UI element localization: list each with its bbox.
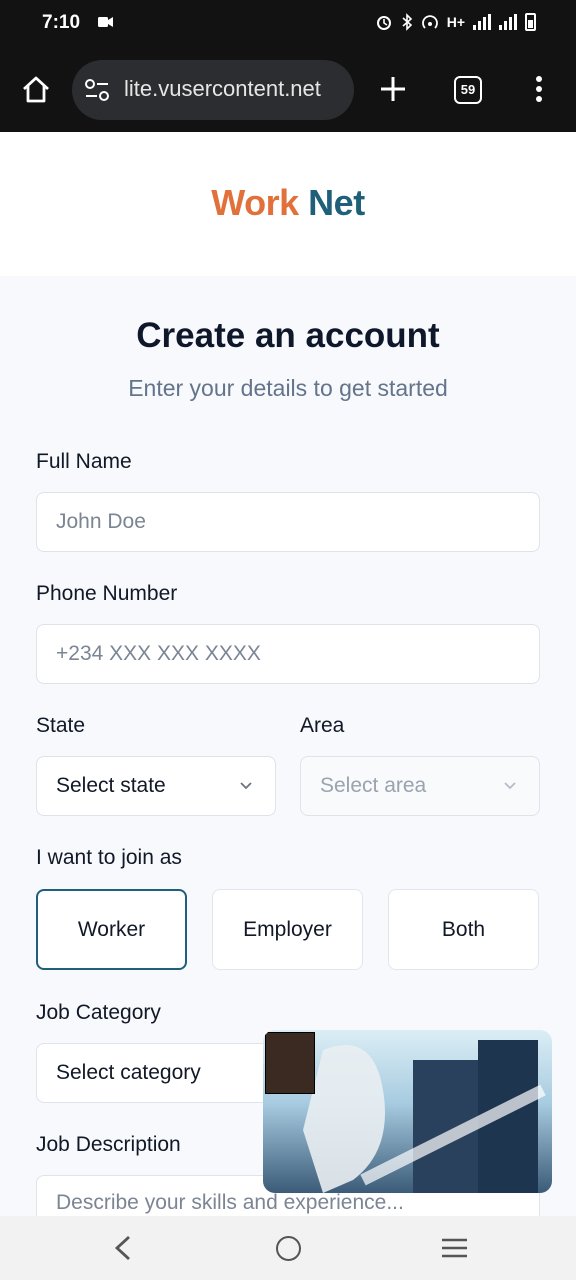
new-tab-icon[interactable] xyxy=(378,74,408,104)
pip-video-player[interactable] xyxy=(263,1030,552,1193)
hotspot-icon xyxy=(421,15,438,29)
phone-label: Phone Number xyxy=(36,582,178,605)
chevron-down-icon xyxy=(504,782,516,790)
video-camera-icon xyxy=(98,17,113,27)
battery-icon xyxy=(525,13,536,31)
signal-icon xyxy=(473,14,491,30)
browser-toolbar: lite.vusercontent.net 59 xyxy=(0,48,576,132)
state-select-value: Select state xyxy=(56,774,166,797)
area-select[interactable]: Select area xyxy=(300,756,540,816)
job-category-value: Select category xyxy=(56,1061,201,1084)
area-label: Area xyxy=(300,714,345,737)
brand-work: Work xyxy=(211,182,299,223)
alarm-icon xyxy=(376,16,391,30)
webcam-overlay xyxy=(265,1032,315,1094)
system-nav-bar xyxy=(0,1216,576,1280)
status-time: 7:10 xyxy=(42,12,81,33)
job-description-label: Job Description xyxy=(36,1133,181,1156)
role-option-both[interactable]: Both xyxy=(388,889,539,970)
job-category-label: Job Category xyxy=(36,1001,161,1024)
state-select[interactable]: Select state xyxy=(36,756,276,816)
area-select-value: Select area xyxy=(320,774,427,797)
page-subtitle: Enter your details to get started xyxy=(128,375,448,401)
home-nav-icon[interactable] xyxy=(276,1236,301,1261)
role-option-employer[interactable]: Employer xyxy=(212,889,363,970)
home-icon[interactable] xyxy=(20,74,52,106)
phone-input[interactable]: +234 XXX XXX XXXX xyxy=(36,624,540,684)
bluetooth-icon xyxy=(402,13,412,31)
status-bar: 7:10 H+ xyxy=(0,0,576,48)
role-option-worker[interactable]: Worker xyxy=(36,889,187,970)
tab-switcher-button[interactable]: 59 xyxy=(454,76,482,104)
back-icon[interactable] xyxy=(112,1234,134,1262)
network-type: H+ xyxy=(446,14,465,30)
page-title: Create an account xyxy=(136,316,440,355)
brand-logo[interactable]: Work Net xyxy=(0,182,576,224)
signal-icon xyxy=(499,14,517,30)
recent-apps-icon[interactable] xyxy=(441,1238,468,1258)
brand-net: Net xyxy=(308,182,365,223)
address-bar[interactable]: lite.vusercontent.net xyxy=(72,60,354,120)
chevron-down-icon xyxy=(240,782,252,790)
join-as-label: I want to join as xyxy=(36,846,182,869)
url-text: lite.vusercontent.net xyxy=(124,76,321,101)
state-label: State xyxy=(36,714,86,737)
site-header: Work Net xyxy=(0,132,576,276)
full-name-input[interactable]: John Doe xyxy=(36,492,540,552)
site-settings-icon[interactable] xyxy=(84,78,110,102)
full-name-label: Full Name xyxy=(36,450,132,473)
more-options-icon[interactable] xyxy=(532,76,546,106)
